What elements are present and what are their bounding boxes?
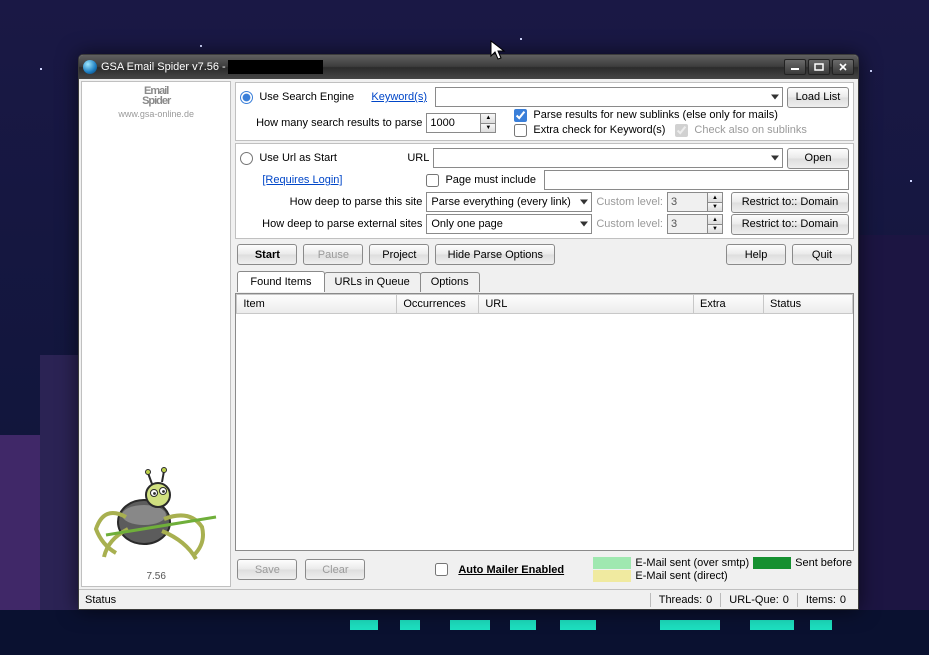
custom-level-input-2 — [667, 214, 707, 234]
sidebar: Email Spider www.gsa-online.de — [81, 81, 231, 587]
logo: Email Spider — [142, 86, 170, 107]
use-url-label: Use Url as Start — [259, 152, 367, 164]
clear-button: Clear — [305, 559, 365, 580]
auto-mailer-label[interactable]: Auto Mailer Enabled — [458, 564, 564, 576]
use-search-engine-label: Use Search Engine — [259, 91, 367, 103]
tab-urls-queue[interactable]: URLs in Queue — [324, 272, 421, 292]
window-title: GSA Email Spider v7.56 - — [101, 61, 226, 73]
legend-direct-color — [593, 570, 631, 582]
spinner-down-icon: ▼ — [707, 224, 723, 234]
start-button[interactable]: Start — [237, 244, 297, 265]
threads-label: Threads: — [659, 594, 702, 606]
must-include-input[interactable] — [544, 170, 849, 190]
extra-check-label: Extra check for Keyword(s) — [533, 124, 665, 136]
deep-this-label: How deep to parse this site — [240, 196, 422, 208]
legend-smtp-label: E-Mail sent (over smtp) — [635, 557, 749, 569]
help-button[interactable]: Help — [726, 244, 786, 265]
version-label: 7.56 — [146, 571, 165, 582]
open-button[interactable]: Open — [787, 148, 849, 169]
pause-button: Pause — [303, 244, 363, 265]
urlque-value: 0 — [783, 594, 789, 606]
use-url-radio[interactable] — [240, 152, 253, 165]
use-search-engine-radio[interactable] — [240, 91, 253, 104]
keywords-dropdown[interactable] — [435, 87, 783, 107]
threads-value: 0 — [706, 594, 712, 606]
statusbar: Status Threads: 0 URL-Que: 0 Items: 0 — [79, 589, 858, 609]
must-include-label: Page must include — [445, 174, 536, 186]
logo-line2: Spider — [142, 95, 170, 107]
deep-ext-dropdown[interactable]: Only one page — [426, 214, 592, 234]
url-dropdown[interactable] — [433, 148, 783, 168]
table-body[interactable] — [236, 314, 853, 550]
load-list-button[interactable]: Load List — [787, 87, 849, 108]
legend-before-color — [753, 557, 791, 569]
custom-level-input-1 — [667, 192, 707, 212]
restrict-button-1[interactable]: Restrict to:: Domain — [731, 192, 849, 213]
legend-smtp-color — [593, 557, 631, 569]
howmany-input[interactable] — [426, 113, 480, 133]
app-window: GSA Email Spider v7.56 - Email Spider ww… — [78, 54, 859, 610]
button-row: Start Pause Project Hide Parse Options H… — [235, 241, 854, 268]
results-table: Item Occurrences URL Extra Status — [235, 293, 854, 551]
maximize-button[interactable] — [808, 59, 830, 75]
app-icon — [83, 60, 97, 74]
parse-sublinks-checkbox[interactable] — [514, 109, 527, 122]
custom-level-label-2: Custom level: — [596, 218, 663, 230]
check-sublinks-label: Check also on sublinks — [694, 124, 807, 136]
howmany-label: How many search results to parse — [240, 117, 422, 129]
spinner-down-icon: ▼ — [707, 202, 723, 212]
save-button: Save — [237, 559, 297, 580]
spinner-down-icon[interactable]: ▼ — [480, 123, 496, 133]
tab-options[interactable]: Options — [420, 272, 480, 292]
custom-level-spinner-1: ▲▼ — [667, 192, 723, 212]
logo-url: www.gsa-online.de — [118, 109, 194, 119]
spinner-up-icon[interactable]: ▲ — [480, 113, 496, 123]
col-status[interactable]: Status — [763, 294, 853, 314]
quit-button[interactable]: Quit — [792, 244, 852, 265]
extra-check-checkbox[interactable] — [514, 124, 527, 137]
spinner-up-icon: ▲ — [707, 192, 723, 202]
deep-this-dropdown[interactable]: Parse everything (every link) — [426, 192, 592, 212]
deep-ext-label: How deep to parse external sites — [240, 218, 422, 230]
requires-login-link[interactable]: [Requires Login] — [262, 174, 342, 186]
spinner-up-icon: ▲ — [707, 214, 723, 224]
url-start-panel: Use Url as Start URL Open [Requires Logi… — [235, 143, 854, 239]
legend-direct-label: E-Mail sent (direct) — [635, 570, 727, 582]
check-sublinks-checkbox — [675, 124, 688, 137]
minimize-button[interactable] — [784, 59, 806, 75]
col-item[interactable]: Item — [236, 294, 396, 314]
deep-this-value: Parse everything (every link) — [431, 196, 570, 208]
titlebar[interactable]: GSA Email Spider v7.56 - — [79, 55, 858, 79]
items-label: Items: — [806, 594, 836, 606]
bottom-row: Save Clear Auto Mailer Enabled E-Mail se… — [235, 553, 854, 586]
project-button[interactable]: Project — [369, 244, 429, 265]
status-label: Status — [85, 594, 116, 606]
hide-parse-button[interactable]: Hide Parse Options — [435, 244, 555, 265]
items-value: 0 — [840, 594, 846, 606]
must-include-checkbox[interactable] — [426, 174, 439, 187]
parse-sublinks-label: Parse results for new sublinks (else onl… — [533, 109, 778, 121]
tabs: Found Items URLs in Queue Options — [235, 272, 854, 292]
custom-level-label-1: Custom level: — [596, 196, 663, 208]
url-field-label: URL — [371, 152, 429, 164]
urlque-label: URL-Que: — [729, 594, 779, 606]
close-button[interactable] — [832, 59, 854, 75]
col-occurrences[interactable]: Occurrences — [396, 294, 478, 314]
col-url[interactable]: URL — [478, 294, 693, 314]
search-engine-panel: Use Search Engine Keyword(s) Load List H… — [235, 82, 854, 141]
deep-ext-value: Only one page — [431, 218, 503, 230]
title-redaction — [228, 60, 323, 74]
auto-mailer-checkbox[interactable] — [435, 563, 448, 576]
restrict-button-2[interactable]: Restrict to:: Domain — [731, 214, 849, 235]
custom-level-spinner-2: ▲▼ — [667, 214, 723, 234]
spider-illustration — [86, 457, 226, 567]
col-extra[interactable]: Extra — [693, 294, 763, 314]
legend-before-label: Sent before — [795, 557, 852, 569]
tab-found-items[interactable]: Found Items — [237, 271, 324, 292]
howmany-spinner[interactable]: ▲▼ — [426, 113, 496, 133]
keywords-link[interactable]: Keyword(s) — [371, 91, 431, 103]
